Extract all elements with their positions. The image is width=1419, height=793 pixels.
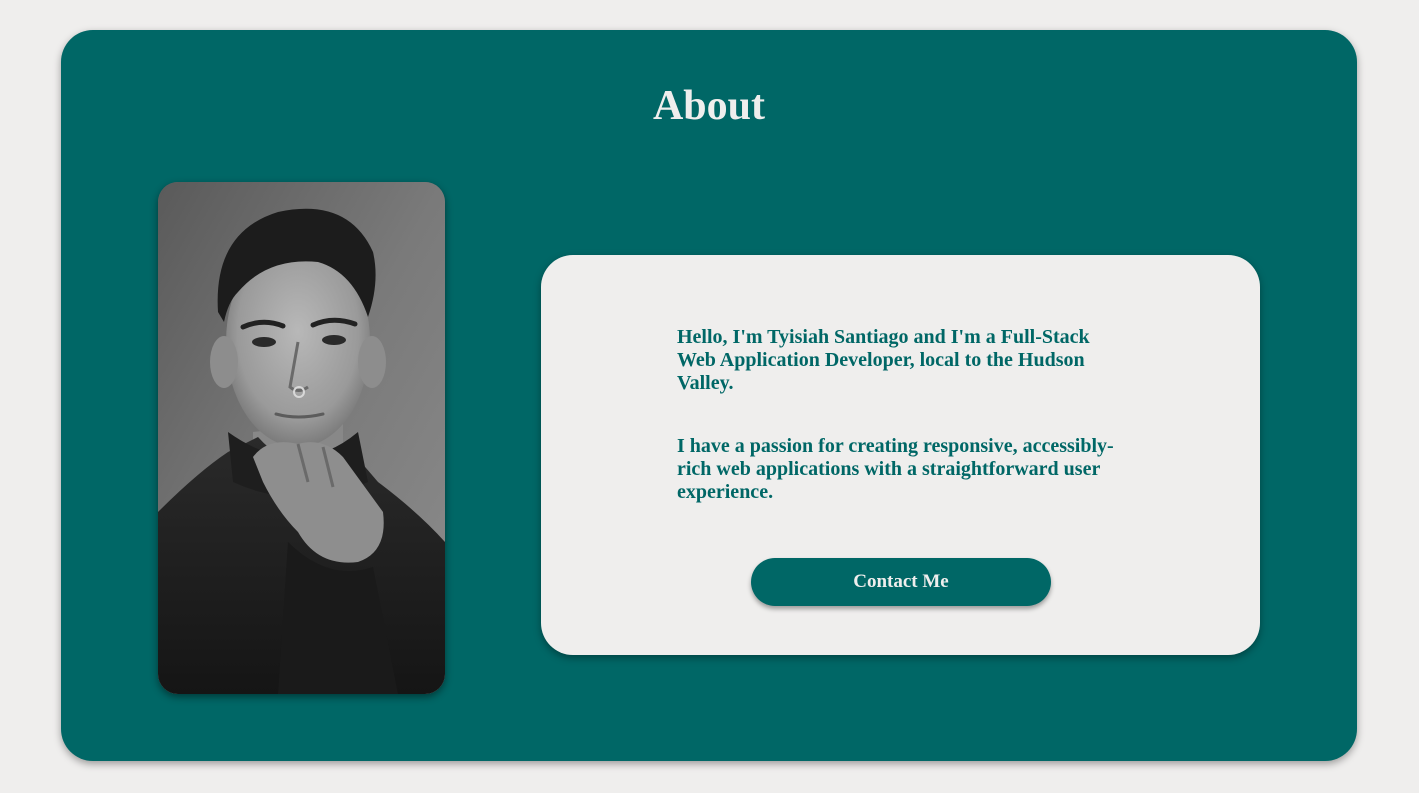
page-title: About [652, 83, 766, 129]
bio-card: Hello, I'm Tyisiah Santiago and I'm a Fu… [541, 255, 1260, 655]
about-section: About Hello, I'm Tyisiah Santiago and I'… [61, 30, 1357, 761]
portrait-photo [158, 182, 445, 694]
bio-paragraph-passion: I have a passion for creating responsive… [677, 435, 1114, 503]
bio-paragraph-intro: Hello, I'm Tyisiah Santiago and I'm a Fu… [677, 326, 1090, 394]
contact-me-button[interactable]: Contact Me [751, 558, 1051, 606]
